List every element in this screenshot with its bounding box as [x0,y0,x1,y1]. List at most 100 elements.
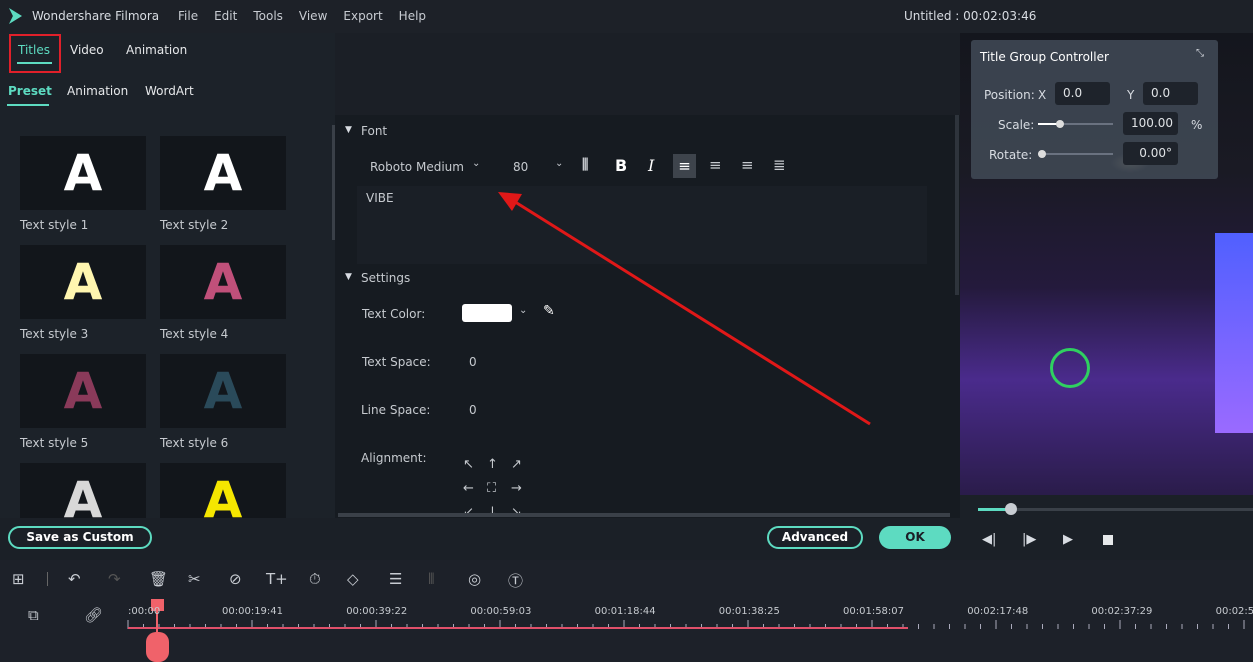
delete-icon[interactable]: 🗑︎ [149,570,168,588]
rotate-label: Rotate: [989,148,1033,162]
collapse-triangle-icon[interactable]: ▼ [345,272,352,282]
stop-icon[interactable] [1103,535,1113,545]
subtab-animation[interactable]: Animation [67,84,128,98]
next-frame-icon[interactable]: |▶ [1022,532,1036,547]
timestamp-label: 00:01:18:44 [594,606,656,617]
italic-icon[interactable]: I [648,156,654,175]
menu-tools[interactable]: Tools [253,9,283,23]
preset-thumbnail[interactable]: A [160,463,286,518]
align-left-icon[interactable]: ≡ [673,154,696,178]
app-title: Wondershare Filmora [32,9,160,23]
preset-thumbnail[interactable]: A [160,136,286,210]
font-size-select[interactable]: 80 [513,160,528,174]
position-y-input[interactable]: 0.0 [1143,82,1198,105]
undo-icon[interactable]: ↶ [68,570,81,588]
preset-preview-glyph: A [203,253,243,311]
timestamp-label: 00:01:58:07 [843,606,905,617]
preset-preview-glyph: A [203,144,243,202]
align-left-arrow-icon[interactable]: ← [463,477,487,501]
align-center-icon[interactable]: ≡ [741,156,754,174]
preset-thumbnail[interactable]: A [160,245,286,319]
layout-icon[interactable]: ⊞ [12,570,25,588]
preset-thumbnail[interactable]: A [160,354,286,428]
rotate-input[interactable]: 0.00° [1123,142,1178,165]
tab-animation[interactable]: Animation [126,43,187,57]
project-title: Untitled : 00:02:03:46 [904,9,1037,23]
chevron-down-icon[interactable]: ⌄ [519,305,527,316]
horizontal-scrollbar[interactable] [338,513,950,517]
line-space-input[interactable]: 0 [469,403,477,417]
preset-preview-glyph: A [63,471,103,518]
text-height-icon[interactable]: ⫼ [582,157,588,173]
menu-file[interactable]: File [178,9,198,23]
tab-underline [17,62,52,64]
font-family-select[interactable]: Roboto Medium [370,160,464,174]
tab-video[interactable]: Video [70,43,104,57]
align-justify-icon[interactable]: ≣ [773,156,786,174]
speed-timer-icon[interactable]: ⏱ [309,570,321,588]
keyframe-icon[interactable]: ◇ [347,570,359,588]
bold-icon[interactable]: B [615,156,627,175]
chevron-down-icon[interactable]: ⌄ [472,158,480,169]
position-x-input[interactable]: 0.0 [1055,82,1110,105]
audio-sync-icon[interactable]: ◎ [468,570,481,588]
preset-thumbnail[interactable]: A [20,136,146,210]
add-track-icon[interactable]: ⧉ [28,606,39,624]
panel-scrollbar[interactable] [955,115,959,295]
chevron-down-icon[interactable]: ⌄ [555,158,563,169]
preset-preview-glyph: A [63,253,103,311]
settings-section-title: Settings [361,271,411,285]
menu-edit[interactable]: Edit [214,9,237,23]
align-top-left-icon[interactable]: ↖ [463,453,487,477]
previous-frame-icon[interactable]: ◀| [982,532,996,547]
adjust-icon[interactable]: ☰ [389,570,402,588]
rotate-slider[interactable] [1038,150,1113,158]
cut-icon[interactable]: ✂ [188,570,201,588]
audio-wave-icon[interactable]: ⦀ [428,570,435,588]
timestamp-label: :00:00 [128,606,161,617]
playback-progress-slider[interactable] [978,503,1253,515]
ok-button[interactable]: OK [879,526,951,549]
align-right-icon[interactable]: ≡ [709,156,722,174]
align-right-arrow-icon[interactable]: → [511,477,535,501]
preset-preview-glyph: A [203,362,243,420]
edit-panel [335,115,960,518]
timestamp-label: 00:02:37:29 [1091,606,1153,617]
alignment-label: Alignment: [361,451,427,465]
divider [47,572,48,586]
preset-thumbnail[interactable]: A [20,463,146,518]
preset-thumbnail[interactable]: A [20,354,146,428]
scale-input[interactable]: 100.00 [1123,112,1178,135]
eyedropper-icon[interactable]: ✎ [543,303,555,319]
tab-titles[interactable]: Titles [18,43,50,57]
menu-help[interactable]: Help [399,9,426,23]
add-text-icon[interactable]: T+ [266,570,288,588]
filmora-logo-icon [9,8,22,24]
redo-icon[interactable]: ↷ [108,570,121,588]
preview-monitor [1215,233,1253,433]
text-space-input[interactable]: 0 [469,355,477,369]
collapse-triangle-icon[interactable]: ▼ [345,125,352,135]
scale-slider[interactable] [1038,120,1113,128]
menu-export[interactable]: Export [343,9,382,23]
preset-thumbnail[interactable]: A [20,245,146,319]
speech-to-text-icon[interactable]: Ⓣ [508,570,523,591]
subtab-wordart[interactable]: WordArt [145,84,194,98]
collapse-icon[interactable]: ⤡ [1196,48,1204,59]
subtab-preset[interactable]: Preset [8,84,52,98]
save-as-custom-button[interactable]: Save as Custom [8,526,152,549]
align-center-box-icon[interactable]: ⛶ [487,477,511,501]
link-icon[interactable]: 🔗︎ [84,606,103,624]
tag-icon[interactable]: ⊘ [229,570,242,588]
menu-view[interactable]: View [299,9,327,23]
text-input-area[interactable] [357,186,927,264]
align-top-right-icon[interactable]: ↗ [511,453,535,477]
advanced-button[interactable]: Advanced [767,526,863,549]
title-bar: Wondershare Filmora File Edit Tools View Exp… [0,0,1253,33]
align-top-icon[interactable]: ↑ [487,453,511,477]
text-color-swatch[interactable] [462,304,512,322]
subtab-underline [7,104,49,106]
play-icon[interactable]: ▶ [1063,532,1073,547]
scale-label: Scale: [998,118,1035,132]
timestamp-label: 00:00:19:41 [222,606,284,617]
